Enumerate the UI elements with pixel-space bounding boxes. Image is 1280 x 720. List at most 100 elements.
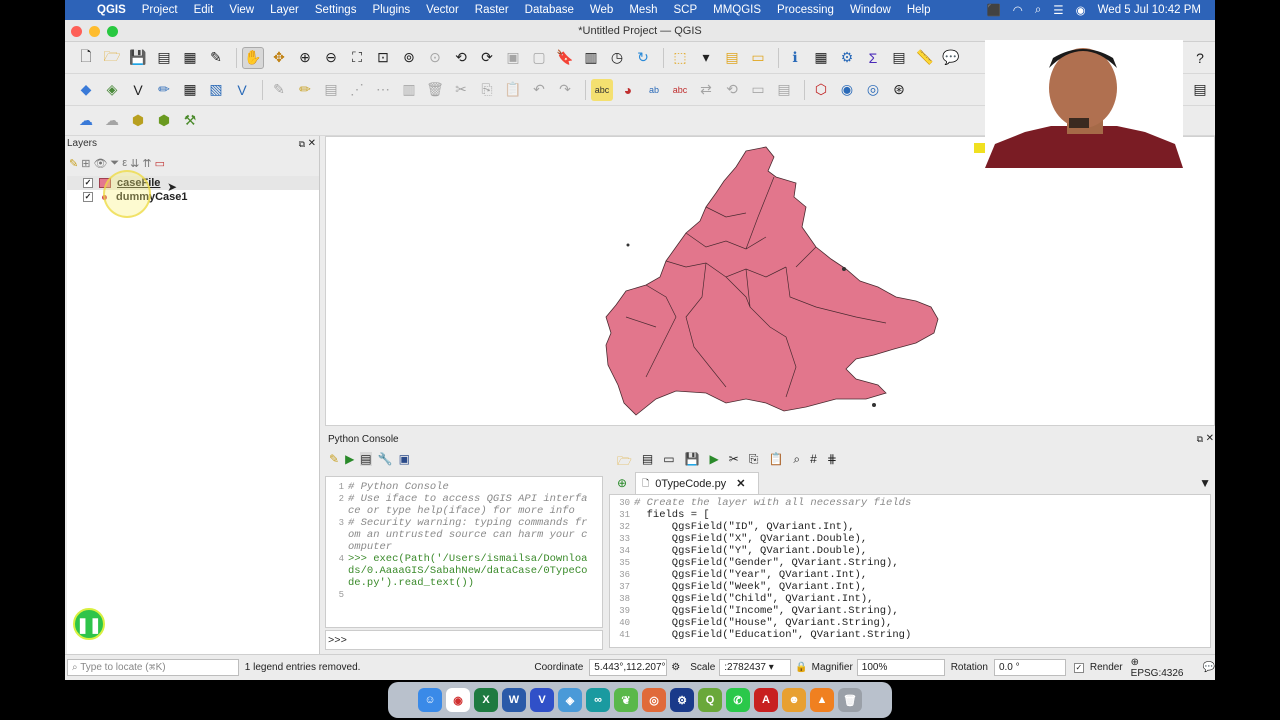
uncomment-icon[interactable]: ⋕ (827, 452, 837, 473)
georef-icon[interactable]: ◉ (836, 79, 858, 101)
style-manager-icon[interactable]: ✎ (205, 47, 227, 69)
refresh-icon[interactable]: ↻ (632, 47, 654, 69)
menu-raster[interactable]: Raster (467, 4, 517, 16)
dock-finder-icon[interactable]: ☺ (418, 688, 442, 712)
zoom-native-icon[interactable]: ⊙ (424, 47, 446, 69)
paste-icon[interactable]: 📋 (768, 452, 783, 473)
delete-selected-icon[interactable]: 🗑 (424, 79, 446, 101)
menu-window[interactable]: Window (842, 4, 899, 16)
copy-features-icon[interactable]: ⎘ (476, 79, 498, 101)
bookmark-icon[interactable]: 🔖 (554, 47, 576, 69)
menu-web[interactable]: Web (582, 4, 621, 16)
pan-to-selection-icon[interactable]: ✥ (268, 47, 290, 69)
rotate-label-icon[interactable]: ⟲ (721, 79, 743, 101)
crs-button[interactable]: ⊕ EPSG:4326 (1131, 657, 1195, 679)
cut-features-icon[interactable]: ✂ (450, 79, 472, 101)
show-bookmarks-icon[interactable]: ▥ (580, 47, 602, 69)
coordinate-capture-icon[interactable]: ◎ (862, 79, 884, 101)
cube-icon[interactable]: ⬢ (127, 110, 149, 132)
current-edits-icon[interactable]: ✎ (268, 79, 290, 101)
change-label-icon[interactable]: ▭ (747, 79, 769, 101)
paste-features-icon[interactable]: 📋 (502, 79, 524, 101)
menu-edit[interactable]: Edit (186, 4, 222, 16)
select-features-icon[interactable]: ▾ (695, 47, 717, 69)
open-project-icon[interactable]: 🗁 (101, 47, 123, 69)
cloud-icon[interactable]: ☁ (75, 110, 97, 132)
dock-trash-icon[interactable]: 🗑 (838, 688, 862, 712)
cloud-sync-icon[interactable]: ☁ (101, 110, 123, 132)
new-3d-view-icon[interactable]: ▢ (528, 47, 550, 69)
lock-scale-icon[interactable]: 🔒 (795, 662, 807, 673)
attribute-table-icon[interactable]: ▦ (810, 47, 832, 69)
dock-camera-icon[interactable]: ◎ (642, 688, 666, 712)
identify-features-icon[interactable]: ℹ (784, 47, 806, 69)
pan-map-icon[interactable]: ✋ (242, 46, 264, 69)
editor-tab-label[interactable]: 0TypeCode.py (655, 478, 726, 490)
menu-settings[interactable]: Settings (307, 4, 365, 16)
dock-vectr-icon[interactable]: V (530, 688, 554, 712)
siri-icon[interactable]: ◉ (1076, 3, 1086, 17)
scale-field[interactable]: :2782437 ▾ (719, 659, 792, 676)
options-icon[interactable]: 🔧 (378, 452, 393, 466)
zoom-in-icon[interactable]: ⊕ (294, 47, 316, 69)
menu-scp[interactable]: SCP (665, 4, 705, 16)
save-script-icon[interactable]: ▭ (663, 452, 674, 473)
zoom-next-icon[interactable]: ⟳ (476, 47, 498, 69)
field-calculator-icon[interactable]: ▤ (888, 47, 910, 69)
add-delimited-text-icon[interactable]: V (127, 79, 149, 101)
dock-steam-icon[interactable]: ⚙ (670, 688, 694, 712)
zoom-full-icon[interactable]: ⛶ (346, 47, 368, 69)
zoom-window-button[interactable] (107, 26, 118, 37)
measure-icon[interactable]: 📏 (914, 47, 936, 69)
layer-visibility-checkbox[interactable]: ✓ (83, 192, 93, 202)
temporal-icon[interactable]: ◷ (606, 47, 628, 69)
clear-console-icon[interactable]: ✎ (329, 452, 339, 466)
label-props-icon[interactable]: ▤ (773, 79, 795, 101)
dock-arduino-icon[interactable]: ∞ (586, 688, 610, 712)
menu-view[interactable]: View (221, 4, 262, 16)
remove-layer-icon[interactable]: ▭ (155, 157, 165, 170)
help-icon[interactable]: ? (1189, 47, 1211, 69)
dock-game-icon[interactable]: ☻ (782, 688, 806, 712)
console-input[interactable]: >>> (325, 630, 603, 650)
spotlight-icon[interactable]: ⌕ (1035, 4, 1041, 17)
undo-icon[interactable]: ↶ (528, 79, 550, 101)
minimize-window-button[interactable] (89, 26, 100, 37)
menu-database[interactable]: Database (517, 4, 582, 16)
toggle-editing-icon[interactable]: ✏ (294, 79, 316, 101)
dock-acrobat-icon[interactable]: A (754, 688, 778, 712)
panel-close-icon[interactable]: ✕ (1206, 433, 1214, 444)
find-text-icon[interactable]: ⌕ (793, 452, 800, 473)
menu-mmqgis[interactable]: MMQGIS (705, 4, 769, 16)
help-console-icon[interactable]: ▣ (399, 452, 410, 466)
app-menu[interactable]: QGIS (89, 4, 134, 16)
console-output[interactable]: 1 # Python Console 2 # Use iface to access … (325, 476, 603, 628)
map-canvas[interactable] (325, 136, 1215, 426)
menu-layer[interactable]: Layer (262, 4, 307, 16)
coordinate-field[interactable]: 5.443°,112.207° (589, 659, 668, 676)
close-tab-icon[interactable]: ✕ (736, 477, 745, 490)
redo-icon[interactable]: ↷ (554, 79, 576, 101)
identify-select-icon[interactable]: ⬚ (669, 47, 691, 69)
statistics-sum-icon[interactable]: Σ (862, 47, 884, 69)
map-tips-icon[interactable]: 💬 (940, 47, 962, 69)
dock-whatsapp-icon[interactable]: ✆ (726, 688, 750, 712)
zoom-layer-icon[interactable]: ⊚ (398, 47, 420, 69)
copy-icon[interactable]: ⎘ (749, 452, 759, 473)
show-editor-icon[interactable]: ▤ (360, 452, 372, 466)
menu-project[interactable]: Project (134, 4, 186, 16)
quickmap-icon[interactable]: ⊛ (888, 79, 910, 101)
render-checkbox[interactable]: ✓ (1073, 662, 1084, 673)
add-wfs-icon[interactable]: V (231, 79, 253, 101)
panel-close-icon[interactable]: ✕ (308, 138, 316, 149)
messages-icon[interactable]: 💬 (1203, 662, 1215, 673)
run-script-icon[interactable]: ▶ (710, 452, 719, 473)
modify-attributes-icon[interactable]: ▥ (398, 79, 420, 101)
cube-green-icon[interactable]: ⬢ (153, 110, 175, 132)
deselect-icon[interactable]: ▭ (747, 47, 769, 69)
clock[interactable]: Wed 5 Jul 10:42 PM (1098, 4, 1201, 16)
open-external-icon[interactable]: ▤ (642, 452, 653, 473)
vertex-tool-icon[interactable]: ⋯ (372, 79, 394, 101)
digitize-icon[interactable]: ✏ (153, 79, 175, 101)
dock-excel-icon[interactable]: X (474, 688, 498, 712)
